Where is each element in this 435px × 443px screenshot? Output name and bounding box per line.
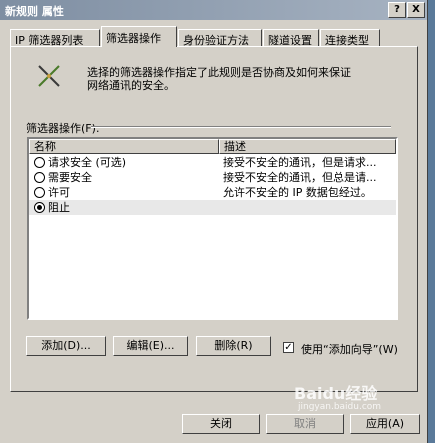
item-name: 请求安全 (可选) (48, 156, 127, 169)
item-name: 阻止 (48, 201, 70, 214)
tab-auth-methods[interactable]: 身份验证方法 (178, 29, 262, 47)
list-item[interactable]: 请求安全 (可选) 接受不安全的通讯，但是请求... (29, 155, 396, 170)
radio-button[interactable] (34, 157, 45, 168)
item-description: 接受不安全的通讯，但是请求... (223, 156, 377, 169)
item-name: 许可 (48, 186, 70, 199)
description-line-1: 选择的筛选器操作指定了此规则是否协商及如何来保证 (87, 66, 351, 79)
apply-button[interactable]: 应用(A) (350, 414, 420, 434)
properties-dialog: 新规则 属性 ? X IP 筛选器列表 筛选器操作 身份验证方法 隧道设置 连接… (0, 0, 428, 443)
filter-action-panel: 选择的筛选器操作指定了此规则是否协商及如何来保证 网络通讯的安全。 筛选器操作(… (10, 46, 418, 392)
tab-ip-filter-list[interactable]: IP 筛选器列表 (10, 29, 100, 47)
list-item-selected[interactable]: 阻止 (29, 200, 396, 215)
list-item[interactable]: 许可 允许不安全的 IP 数据包经过。 (29, 185, 396, 200)
item-name: 需要安全 (48, 171, 92, 184)
description-text: 选择的筛选器操作指定了此规则是否协商及如何来保证 网络通讯的安全。 (87, 66, 387, 92)
wizard-checkbox[interactable]: ✓ (283, 342, 294, 353)
window-title: 新规则 属性 (5, 5, 64, 18)
edit-button[interactable]: 编辑(E)... (113, 336, 188, 356)
item-description: 接受不安全的通讯，但总是请... (223, 171, 377, 184)
filter-action-list[interactable]: 名称 描述 请求安全 (可选) 接受不安全的通讯，但是请求... 需要安全 接受… (27, 137, 398, 320)
tab-tunnel-settings[interactable]: 隧道设置 (263, 29, 319, 47)
radio-button[interactable] (34, 187, 45, 198)
add-button[interactable]: 添加(D)... (26, 336, 106, 356)
close-window-button[interactable]: X (407, 2, 425, 18)
watermark-url: jingyan.baidu.com (298, 402, 382, 412)
tab-connection-type[interactable]: 连接类型 (320, 29, 380, 47)
tab-strip: IP 筛选器列表 筛选器操作 身份验证方法 隧道设置 连接类型 (10, 26, 420, 48)
group-divider (91, 126, 391, 128)
column-name-header[interactable]: 名称 (29, 139, 219, 154)
cancel-button[interactable]: 取消 (266, 414, 344, 434)
list-header: 名称 描述 (29, 139, 396, 154)
help-button[interactable]: ? (388, 2, 406, 18)
column-desc-header[interactable]: 描述 (219, 139, 396, 154)
remove-button[interactable]: 删除(R) (196, 336, 271, 356)
filter-action-icon (38, 65, 60, 87)
wizard-checkbox-label[interactable]: 使用“添加向导”(W) (301, 341, 398, 357)
radio-button[interactable] (34, 172, 45, 183)
watermark-brand: Baidu经验 (294, 384, 378, 403)
title-bar: 新规则 属性 ? X (0, 0, 427, 20)
list-item[interactable]: 需要安全 接受不安全的通讯，但总是请... (29, 170, 396, 185)
filter-actions-label: 筛选器操作(F): (26, 122, 100, 135)
radio-button-checked[interactable] (34, 202, 45, 213)
description-line-2: 网络通讯的安全。 (87, 79, 175, 92)
tab-filter-action[interactable]: 筛选器操作 (101, 26, 177, 47)
close-button[interactable]: 关闭 (182, 414, 260, 434)
item-description: 允许不安全的 IP 数据包经过。 (223, 186, 372, 199)
